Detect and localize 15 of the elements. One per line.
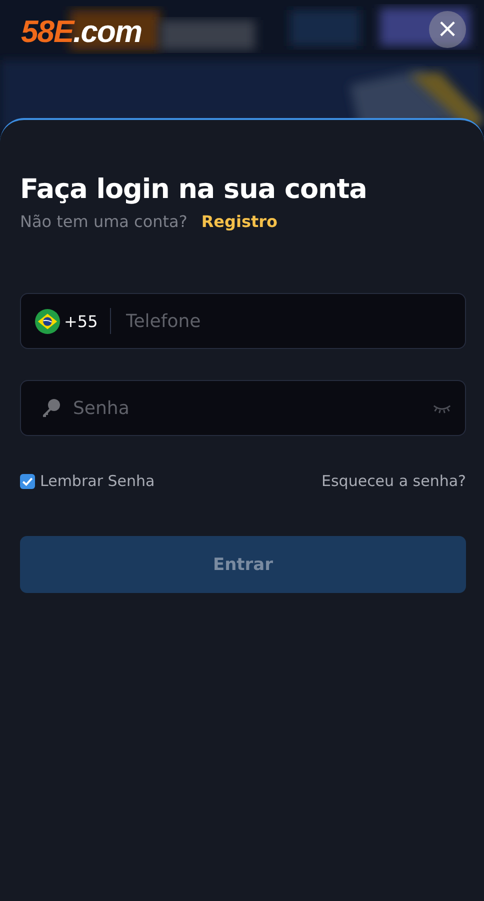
key-icon	[41, 398, 61, 418]
flag-icon	[35, 308, 60, 334]
site-logo: 58E.com	[21, 14, 142, 50]
phone-input[interactable]: Telefone	[124, 310, 451, 332]
phone-field[interactable]: +55 Telefone	[20, 293, 466, 349]
signup-prompt: Não tem uma conta?	[20, 212, 188, 232]
password-input[interactable]: Senha	[71, 396, 433, 420]
remember-checkbox[interactable]	[20, 474, 35, 488]
register-link[interactable]: Registro	[201, 212, 278, 232]
close-button[interactable]: ×	[429, 11, 466, 48]
login-title: Faça login na sua conta	[20, 173, 368, 207]
forgot-password-link[interactable]: Esqueceu a senha?	[322, 472, 466, 490]
password-field[interactable]: Senha	[20, 380, 466, 436]
country-code: +55	[64, 312, 98, 330]
remember-label: Lembrar Senha	[40, 472, 155, 490]
